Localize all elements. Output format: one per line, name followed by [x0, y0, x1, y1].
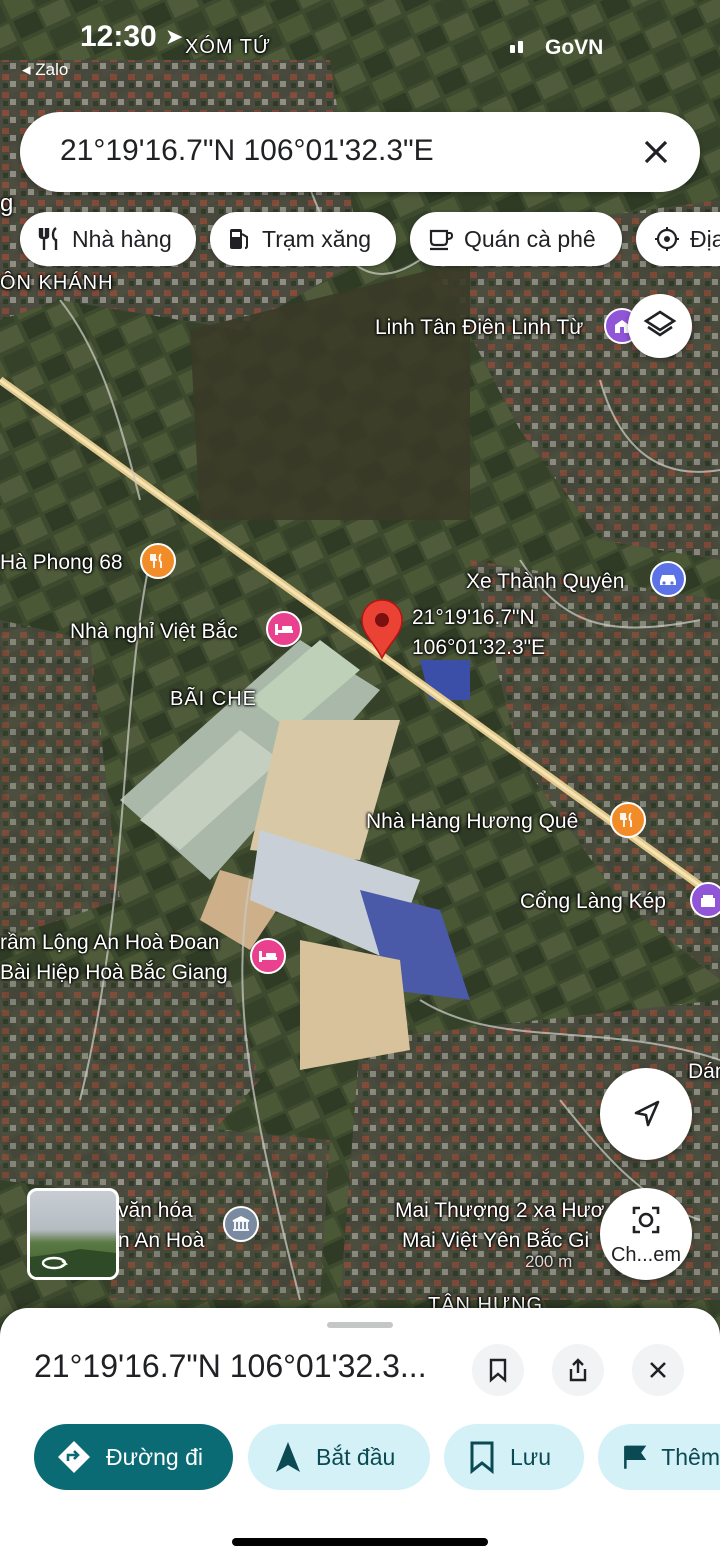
layers-button[interactable]	[628, 294, 692, 358]
poi-label-mai-thuong-2[interactable]: Mai Việt Yên Bắc Gi	[402, 1229, 589, 1253]
back-app-label[interactable]: Zalo	[35, 60, 68, 79]
save-label: Lưu	[510, 1443, 551, 1470]
carrier-label: GoVN	[545, 36, 604, 59]
directions-label: Đường đi	[106, 1443, 203, 1470]
bookmark-icon	[470, 1441, 494, 1474]
pin-label-lng: 106°01'32.3"E	[412, 636, 546, 659]
coffee-icon	[429, 229, 454, 251]
civic-building-icon[interactable]	[223, 1206, 259, 1242]
camera-search-label: Ch...em	[610, 1244, 682, 1266]
camera-search-icon	[632, 1206, 660, 1234]
poi-label-huong-que[interactable]: Nhà Hàng Hương Quê	[366, 810, 578, 834]
close-icon	[644, 140, 668, 164]
directions-button[interactable]: Đường đi	[34, 1424, 233, 1490]
more-button[interactable]: Thêm	[598, 1424, 720, 1490]
search-query[interactable]: 21°19'16.7"N 106°01'32.3"E	[60, 134, 434, 168]
gas-station-icon	[230, 229, 248, 249]
directions-icon	[58, 1441, 90, 1473]
search-bar[interactable]: 21°19'16.7"N 106°01'32.3"E	[20, 112, 700, 192]
dropped-pin-icon[interactable]	[360, 598, 404, 660]
poi-label-tram-long-1[interactable]: rầm Lộng An Hoà Đoan	[0, 931, 219, 955]
clear-search-button[interactable]	[636, 132, 676, 172]
save-bookmark-button[interactable]	[472, 1344, 524, 1396]
location-arrow-icon: ➤	[165, 24, 184, 49]
bookmark-icon	[489, 1358, 507, 1383]
place-label-dan: Dán	[688, 1060, 720, 1083]
restaurant-icon[interactable]	[140, 543, 176, 579]
close-sheet-button[interactable]	[632, 1344, 684, 1396]
poi-label-nha-nghi[interactable]: Nhà nghỉ Việt Bắc	[70, 620, 238, 644]
restaurant-icon	[38, 227, 58, 250]
start-button[interactable]: Bắt đầu	[248, 1424, 430, 1490]
place-label-edge: g	[0, 190, 14, 217]
search-with-camera-button[interactable]: Ch...em	[600, 1188, 692, 1280]
pin-label-lat: 21°19'16.7"N	[412, 606, 535, 629]
place-bottom-sheet[interactable]: 21°19'16.7"N 106°01'32.3... Đường đi Bắt…	[0, 1308, 720, 1560]
place-label-on-khanh: ÔN KHÁNH	[0, 272, 114, 294]
back-to-app-link[interactable]: ◂ Zalo	[22, 60, 68, 80]
status-time: 12:30	[80, 20, 157, 53]
signal-icon	[510, 40, 526, 58]
chip-label: Địa	[690, 225, 720, 252]
hotel-icon[interactable]	[250, 938, 286, 974]
poi-label-ha-phong[interactable]: Hà Phong 68	[0, 551, 123, 575]
chip-label: Quán cà phê	[464, 225, 596, 252]
place-label-bai-che: BÃI CHE	[170, 688, 258, 710]
landmark-icon[interactable]	[690, 882, 720, 918]
chip-attractions[interactable]: Địa	[636, 212, 720, 266]
navigation-arrow-icon	[634, 1100, 660, 1127]
poi-label-xe-thanh-quyen[interactable]: Xe Thành Quyên	[466, 570, 624, 594]
poi-label-mai-thuong-1[interactable]: Mai Thượng 2 xa Hươ	[395, 1199, 604, 1223]
poi-label-tram-long-2[interactable]: Bài Hiệp Hoà Bắc Giang	[0, 961, 228, 985]
street-view-rotate-icon	[30, 1249, 116, 1277]
attraction-icon	[655, 227, 679, 251]
poi-label-linh-tu[interactable]: Linh Tân Điên Linh Từ	[375, 316, 583, 340]
share-icon	[569, 1358, 587, 1382]
chip-restaurants[interactable]: Nhà hàng	[20, 212, 196, 266]
poi-label-van-hoa-2[interactable]: n An Hoà	[118, 1229, 204, 1253]
action-buttons-row: Đường đi Bắt đầu Lưu Thêm	[0, 1424, 720, 1490]
close-icon	[650, 1362, 666, 1378]
layers-icon	[643, 310, 677, 337]
start-label: Bắt đầu	[316, 1443, 396, 1470]
my-location-button[interactable]	[600, 1068, 692, 1160]
place-title: 21°19'16.7"N 106°01'32.3...	[34, 1348, 427, 1384]
share-button[interactable]	[552, 1344, 604, 1396]
navigation-arrow-icon	[276, 1442, 300, 1472]
chip-gas-stations[interactable]: Trạm xăng	[210, 212, 396, 266]
chip-label: Nhà hàng	[72, 225, 172, 252]
chip-label: Trạm xăng	[262, 225, 372, 252]
flag-icon	[624, 1445, 647, 1469]
restaurant-icon[interactable]	[610, 802, 646, 838]
save-button[interactable]: Lưu	[444, 1424, 584, 1490]
status-bar: 12:30 ➤ ◂ Zalo GoVN	[0, 0, 720, 90]
poi-label-cong-lang[interactable]: Cổng Làng Kép	[520, 890, 666, 914]
street-view-thumbnail[interactable]	[27, 1188, 119, 1280]
scale-label: 200 m	[525, 1252, 573, 1271]
poi-label-van-hoa-1[interactable]: văn hóa	[118, 1199, 193, 1223]
hotel-icon[interactable]	[266, 611, 302, 647]
chip-coffee[interactable]: Quán cà phê	[410, 212, 622, 266]
home-indicator[interactable]	[232, 1538, 488, 1546]
car-icon[interactable]	[650, 561, 686, 597]
more-label: Thêm	[661, 1443, 720, 1470]
sheet-drag-handle[interactable]	[327, 1322, 393, 1328]
